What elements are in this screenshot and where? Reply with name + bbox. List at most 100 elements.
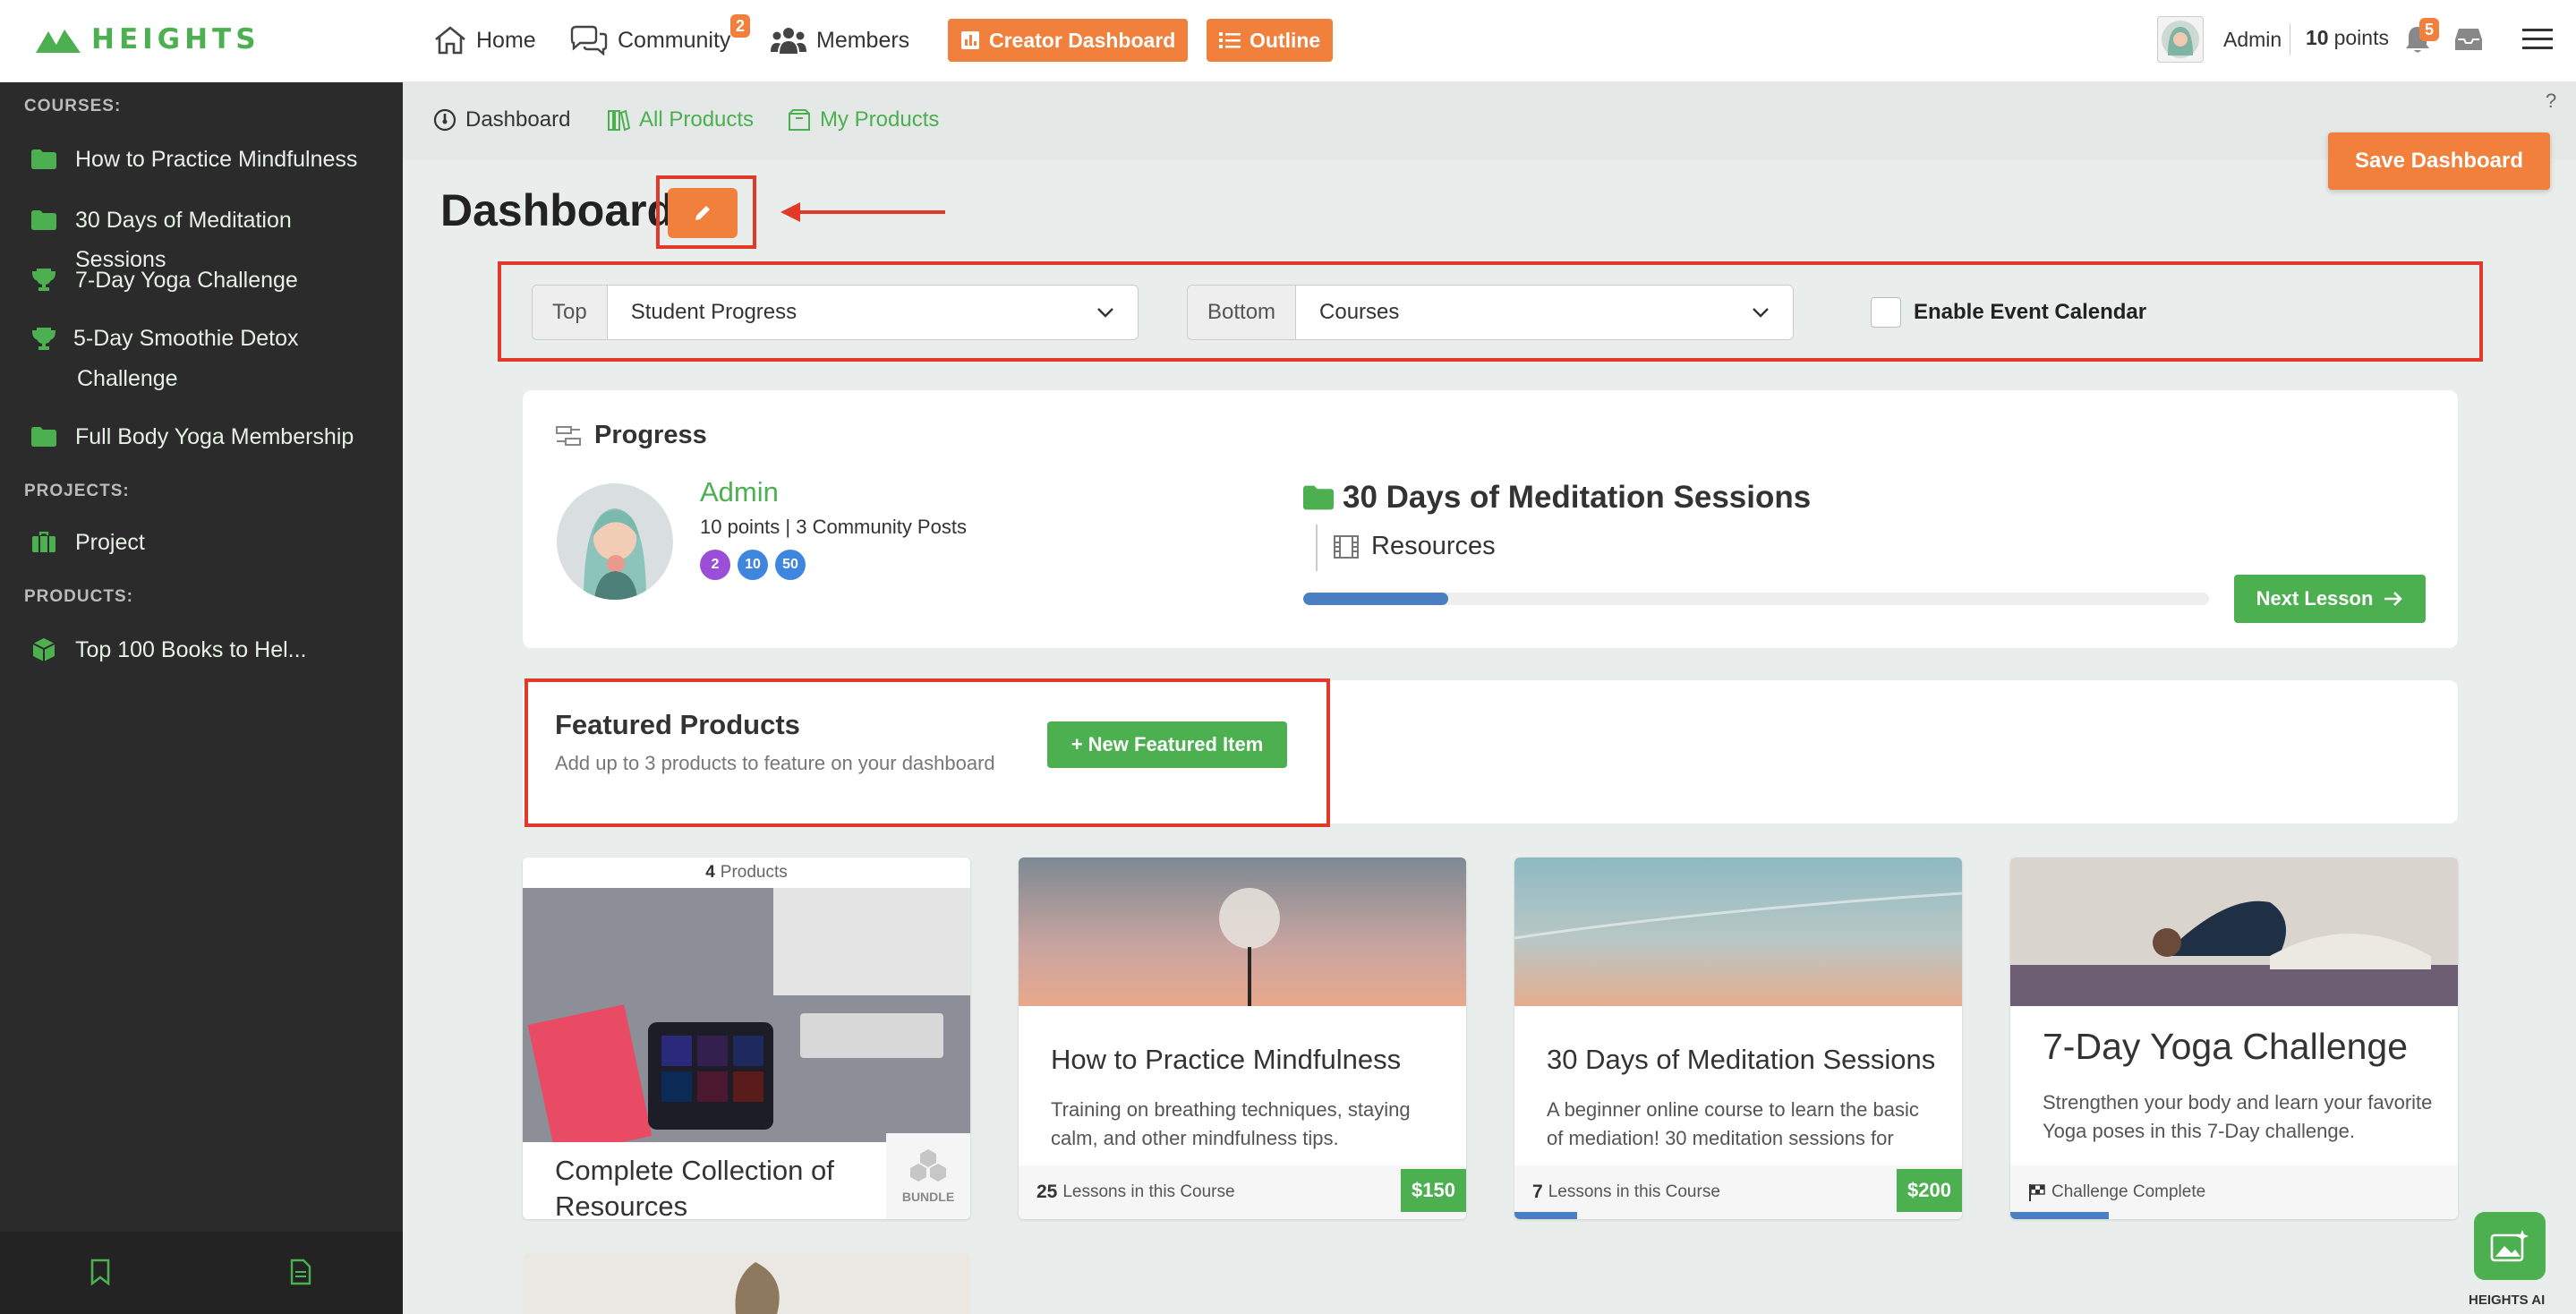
gauge-icon — [433, 108, 456, 132]
product-card-partial[interactable] — [523, 1253, 970, 1314]
nav-home[interactable]: Home — [433, 20, 536, 61]
user-name[interactable]: Admin — [2223, 28, 2282, 52]
yoga-image — [2010, 858, 2458, 1006]
box-open-icon — [789, 109, 810, 131]
progress-heading: Progress — [594, 421, 707, 449]
current-lesson[interactable]: Resources — [1334, 532, 1496, 561]
nav-members[interactable]: Members — [770, 20, 909, 61]
menu-button[interactable] — [2522, 27, 2553, 56]
trophy-icon — [30, 320, 57, 359]
image-sparkle-icon — [2490, 1230, 2529, 1262]
bundle-product-image — [523, 888, 970, 1142]
bundle-count: 4 Products — [523, 858, 970, 888]
progress-avatar[interactable] — [557, 483, 673, 600]
chat-icon — [570, 25, 608, 55]
lesson-count-label: Lessons in this Course — [1062, 1182, 1235, 1201]
film-icon — [1334, 534, 1359, 559]
bundle-tag-label: BUNDLE — [901, 1190, 955, 1204]
bundle-tag: BUNDLE — [886, 1133, 970, 1219]
current-course[interactable]: 30 Days of Meditation Sessions — [1303, 480, 1811, 516]
course-progress-bar — [1303, 593, 2209, 605]
course-progress-fill — [1303, 593, 1448, 605]
bundle-count-num: 4 — [705, 863, 715, 882]
product-footer: 25 Lessons in this Course — [1019, 1165, 1466, 1219]
save-dashboard-button[interactable]: Save Dashboard — [2328, 132, 2550, 190]
product-progress-bar — [1514, 1212, 1577, 1219]
hamburger-menu-icon — [2522, 29, 2553, 49]
document-icon — [290, 1259, 311, 1285]
sidebar-footer — [0, 1232, 403, 1314]
tab-all-products-label: All Products — [639, 107, 755, 132]
inbox-button[interactable] — [2454, 27, 2483, 56]
heights-ai-label: HEIGHTS AI — [2469, 1293, 2546, 1308]
tab-my-products[interactable]: My Products — [788, 107, 939, 132]
books-icon — [608, 109, 630, 132]
product-card-meditation[interactable]: 30 Days of Meditation Sessions A beginne… — [1514, 858, 1962, 1219]
sidebar-item-books[interactable]: Top 100 Books to Hel... — [30, 630, 388, 670]
user-avatar[interactable] — [2157, 16, 2204, 63]
sidebar-item-label: Top 100 Books to Hel... — [75, 637, 307, 662]
avatar-image — [584, 508, 646, 600]
users-icon — [771, 28, 806, 54]
folder-icon — [30, 201, 57, 240]
sky-image — [1514, 858, 1962, 1006]
product-footer: Challenge Complete — [2010, 1165, 2458, 1219]
sidebar-item-yoga-challenge[interactable]: 7-Day Yoga Challenge — [30, 260, 388, 300]
product-title: Complete Collection of Resources — [555, 1155, 834, 1219]
product-card-yoga[interactable]: 7-Day Yoga Challenge Strengthen your bod… — [2010, 858, 2458, 1219]
heights-ai-button[interactable] — [2474, 1212, 2546, 1280]
list-icon — [1219, 32, 1241, 48]
current-course-title: 30 Days of Meditation Sessions — [1343, 480, 1812, 515]
next-lesson-label: Next Lesson — [2256, 587, 2374, 610]
sidebar-item-yoga-membership[interactable]: Full Body Yoga Membership — [30, 417, 388, 456]
badge-points-50[interactable]: 50 — [775, 550, 806, 580]
dandelion-image — [1019, 858, 1466, 1006]
points-value: 10 — [2306, 26, 2329, 49]
nav-community-label: Community — [618, 27, 731, 53]
page-title: Dashboard — [440, 185, 675, 235]
outline-button[interactable]: Outline — [1207, 19, 1334, 62]
product-card-bundle[interactable]: 4 Products Complete Collection of Resour… — [523, 858, 970, 1219]
sidebar-item-mindfulness[interactable]: How to Practice Mindfulness — [30, 140, 388, 179]
product-price: $150 — [1401, 1169, 1466, 1212]
bookmark-button[interactable] — [90, 1259, 111, 1290]
product-description: Training on breathing techniques, stayin… — [1051, 1098, 1411, 1149]
product-title: How to Practice Mindfulness — [1051, 1044, 1402, 1075]
chart-icon — [961, 31, 979, 49]
help-button[interactable]: ? — [2546, 90, 2556, 113]
courses-heading: COURSES: — [24, 97, 122, 115]
tab-all-products[interactable]: All Products — [607, 107, 754, 132]
next-lesson-button[interactable]: Next Lesson — [2234, 575, 2426, 623]
creator-dashboard-label: Creator Dashboard — [989, 28, 1176, 52]
tab-dashboard[interactable]: Dashboard — [433, 107, 570, 132]
challenge-status: Challenge Complete — [2051, 1182, 2206, 1201]
sidebar-item-label: 7-Day Yoga Challenge — [75, 268, 298, 293]
progress-card: Progress Admin 10 points | 3 Community P… — [523, 390, 2458, 648]
product-progress-bar — [2010, 1212, 2109, 1219]
bookmark-icon — [90, 1259, 110, 1286]
current-lesson-title: Resources — [1371, 532, 1496, 560]
folder-icon — [30, 417, 57, 456]
product-card-mindfulness[interactable]: How to Practice Mindfulness Training on … — [1019, 858, 1466, 1219]
lesson-count: 25 — [1036, 1182, 1058, 1202]
tab-my-products-label: My Products — [820, 107, 940, 132]
badge-level[interactable]: 2 — [700, 550, 730, 580]
sidebar-item-project[interactable]: Project — [30, 523, 388, 562]
product-price: $200 — [1897, 1169, 1962, 1212]
annotation-box-edit — [656, 175, 756, 249]
notes-button[interactable] — [290, 1259, 311, 1290]
progress-user-name[interactable]: Admin — [700, 476, 779, 508]
heights-logo[interactable]: HEIGHTS — [36, 23, 260, 55]
avatar-image — [2162, 21, 2199, 58]
nav-community[interactable]: Community — [569, 20, 730, 61]
creator-dashboard-button[interactable]: Creator Dashboard — [948, 19, 1189, 62]
brand-name: HEIGHTS — [91, 23, 260, 55]
points-display: 10 points — [2306, 26, 2389, 50]
progress-user-stats: 10 points | 3 Community Posts — [700, 516, 967, 538]
badge-points-10[interactable]: 10 — [738, 550, 768, 580]
plant-image — [523, 1253, 970, 1314]
sidebar-item-smoothie-detox[interactable]: 5-Day Smoothie Detox Challenge — [30, 319, 362, 398]
arrow-right-icon — [2384, 592, 2403, 606]
folder-icon — [30, 140, 57, 179]
lesson-count: 7 — [1532, 1182, 1543, 1202]
